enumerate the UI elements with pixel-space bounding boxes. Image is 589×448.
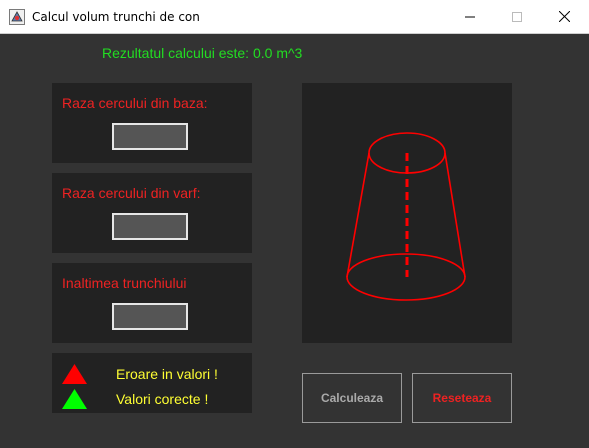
base-radius-panel: Raza cercului din baza: (52, 83, 252, 163)
window-title: Calcul volum trunchi de con (32, 10, 200, 24)
cone-drawing-panel (302, 83, 512, 343)
error-legend-text: Eroare in valori ! (116, 366, 218, 382)
red-triangle-icon (62, 364, 87, 384)
maximize-icon (512, 11, 522, 22)
cone-right-edge (444, 152, 466, 278)
height-input[interactable] (112, 303, 188, 330)
valid-legend-text: Valori corecte ! (116, 391, 209, 407)
result-text: Rezultatul calcului este: 0.0 m^3 (102, 45, 303, 61)
java-app-icon (9, 9, 25, 25)
legend-panel: Eroare in valori ! Valori corecte ! (52, 353, 252, 413)
close-button[interactable] (541, 0, 587, 33)
truncated-cone-drawing (346, 132, 466, 301)
top-radius-label: Raza cercului din varf: (62, 185, 201, 201)
top-radius-panel: Raza cercului din varf: (52, 173, 252, 253)
minimize-button[interactable] (447, 0, 493, 33)
base-radius-input[interactable] (112, 123, 188, 150)
title-bar: Calcul volum trunchi de con (0, 0, 589, 34)
height-panel: Inaltimea trunchiului (52, 263, 252, 343)
height-label: Inaltimea trunchiului (62, 275, 187, 291)
reset-button[interactable]: Reseteaza (412, 373, 512, 423)
top-radius-input[interactable] (112, 213, 188, 240)
maximize-button[interactable] (494, 0, 540, 33)
close-icon (558, 11, 570, 22)
minimize-icon (465, 16, 475, 17)
base-radius-label: Raza cercului din baza: (62, 95, 208, 111)
calculate-button[interactable]: Calculeaza (302, 373, 402, 423)
cone-left-edge (346, 152, 370, 278)
green-triangle-icon (62, 389, 87, 409)
